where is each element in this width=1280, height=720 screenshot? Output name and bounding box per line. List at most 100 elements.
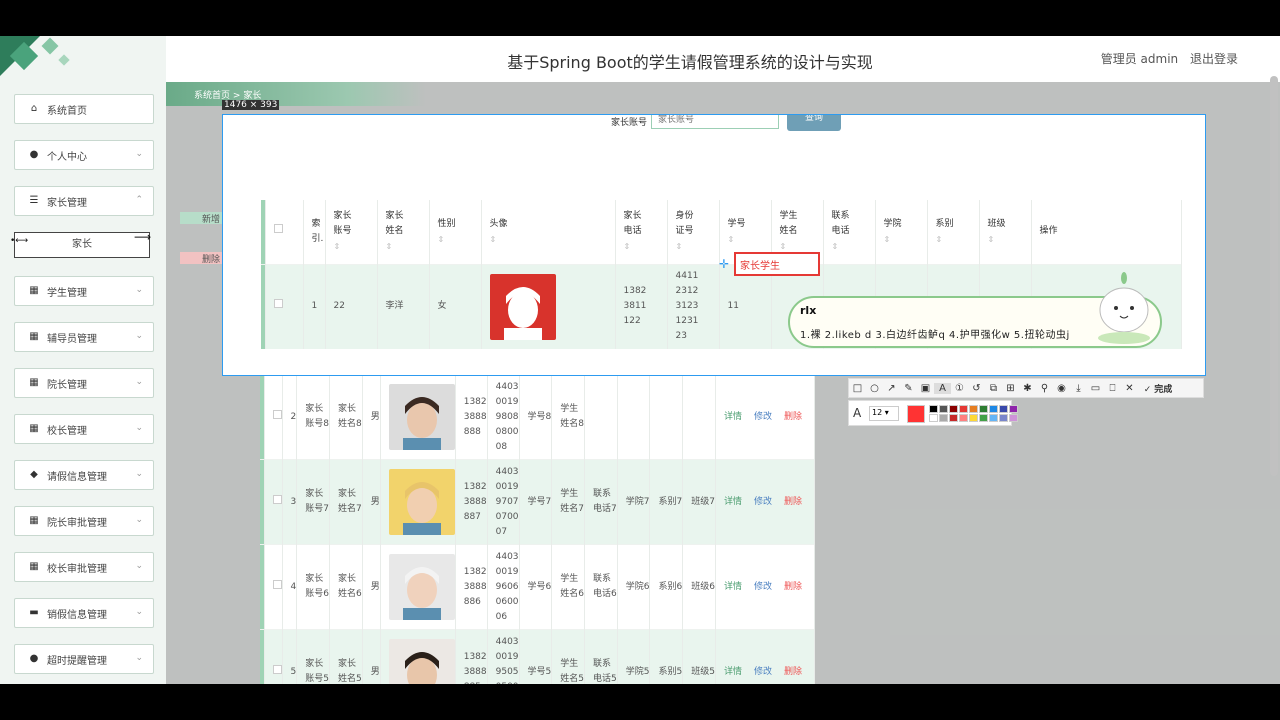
edit-link[interactable]: 修改 <box>754 582 772 592</box>
column-header-1[interactable]: 家长 账号 ⇕ <box>325 200 378 264</box>
column-header-4[interactable]: 头像 ⇕ <box>481 200 616 264</box>
mosaic-tool-icon[interactable]: ▣ <box>917 383 934 394</box>
sidebar-item-9[interactable]: ▦ 校长审批管理 ⌄ <box>14 552 154 582</box>
column-header-6[interactable]: 身份 证号 ⇕ <box>667 200 720 264</box>
edit-link[interactable]: 修改 <box>754 667 772 677</box>
delete-link[interactable]: 删除 <box>784 667 802 677</box>
row-checkbox[interactable] <box>272 494 282 504</box>
sort-icon[interactable]: ⇕ <box>884 232 927 247</box>
bookmark-icon[interactable]: ⎕ <box>1104 383 1121 394</box>
color-swatch[interactable] <box>939 405 948 413</box>
table-row[interactable]: 3 家长 账号7 家长 姓名7 男 1382 3888 887 4403 0019 970… <box>260 459 815 545</box>
row-checkbox[interactable] <box>272 664 282 674</box>
sort-icon[interactable]: ⇕ <box>334 239 377 254</box>
rectangle-tool-icon[interactable]: □ <box>849 383 866 394</box>
logout-link[interactable]: 退出登录 <box>1190 52 1238 66</box>
ocr-icon[interactable]: ⊞ <box>1002 383 1019 394</box>
color-swatch[interactable] <box>999 405 1008 413</box>
column-header-3[interactable]: 性别 ⇕ <box>429 200 482 264</box>
annotation-text-box[interactable]: 家长学生 <box>734 252 820 276</box>
color-swatch[interactable] <box>959 405 968 413</box>
download-icon[interactable]: ⤓ <box>1070 383 1087 394</box>
ellipse-tool-icon[interactable]: ○ <box>866 383 883 394</box>
sort-icon[interactable]: ⇕ <box>936 232 979 247</box>
search-input[interactable] <box>651 115 779 129</box>
column-header-9[interactable]: 联系 电话 ⇕ <box>823 200 876 264</box>
arrow-tool-icon[interactable]: ↗ <box>883 383 900 394</box>
sort-icon[interactable]: ⇕ <box>728 232 771 247</box>
detail-link[interactable]: 详情 <box>724 582 742 592</box>
color-swatch[interactable] <box>929 405 938 413</box>
pin-icon[interactable]: ⚲ <box>1036 383 1053 394</box>
sidebar-item-2[interactable]: ☰ 家长管理 ⌃ <box>14 186 154 216</box>
row-select-cell[interactable] <box>264 629 283 684</box>
color-swatch[interactable] <box>1009 414 1018 422</box>
color-swatch[interactable] <box>1009 405 1018 413</box>
sort-icon[interactable]: ⇕ <box>988 232 1031 247</box>
color-swatch[interactable] <box>989 405 998 413</box>
edit-link[interactable]: 修改 <box>754 412 772 422</box>
magic-icon[interactable]: ✱ <box>1019 383 1036 394</box>
column-header-2[interactable]: 家长 姓名 ⇕ <box>377 200 430 264</box>
column-header-12[interactable]: 班级 ⇕ <box>979 200 1032 264</box>
undo-icon[interactable]: ↺ <box>968 383 985 394</box>
color-swatch[interactable] <box>969 405 978 413</box>
color-swatch[interactable] <box>929 414 938 422</box>
detail-link[interactable]: 详情 <box>724 497 742 507</box>
ime-candidates[interactable]: 1.裸 2.likeb d 3.白边纤齿鲈q 4.护甲强化w 5.扭轮动虫j <box>800 326 1070 341</box>
row-select-cell[interactable] <box>265 263 304 349</box>
record-icon[interactable]: ◉ <box>1053 383 1070 394</box>
sidebar-item-4[interactable]: ▦ 辅导员管理 ⌄ <box>14 322 154 352</box>
select-all-checkbox[interactable] <box>265 200 304 264</box>
font-size-select[interactable]: 12 ▾ <box>869 406 899 421</box>
sidebar-item-5[interactable]: ▦ 院长管理 ⌄ <box>14 368 154 398</box>
delete-link[interactable]: 删除 <box>784 412 802 422</box>
table-row[interactable]: 2 家长 账号8 家长 姓名8 男 1382 3888 888 4403 0019 980… <box>260 376 815 460</box>
color-swatch[interactable] <box>979 405 988 413</box>
number-tool-icon[interactable]: ① <box>951 383 968 394</box>
sidebar-item-11[interactable]: ● 超时提醒管理 ⌄ <box>14 644 154 674</box>
sort-icon[interactable]: ⇕ <box>832 239 875 254</box>
close-icon[interactable]: ✕ <box>1121 383 1138 394</box>
sidebar-item-6[interactable]: ▦ 校长管理 ⌄ <box>14 414 154 444</box>
row-checkbox[interactable] <box>273 299 283 309</box>
color-swatch[interactable] <box>939 414 948 422</box>
sidebar-item-8[interactable]: ▦ 院长审批管理 ⌄ <box>14 506 154 536</box>
row-select-cell[interactable] <box>264 376 283 460</box>
sidebar-sub-item-parent[interactable]: 家长 <box>14 232 150 258</box>
sidebar-item-0[interactable]: ⌂ 系统首页 <box>14 94 154 124</box>
ime-candidate-window[interactable]: rlx 1.裸 2.likeb d 3.白边纤齿鲈q 4.护甲强化w 5.扭轮动… <box>788 272 1162 348</box>
search-button[interactable]: 查询 <box>787 115 841 131</box>
delete-link[interactable]: 删除 <box>784 497 802 507</box>
row-select-cell[interactable] <box>264 459 283 545</box>
color-swatch[interactable] <box>999 414 1008 422</box>
sidebar-item-7[interactable]: ◆ 请假信息管理 ⌄ <box>14 460 154 490</box>
row-select-cell[interactable] <box>264 544 283 630</box>
row-checkbox[interactable] <box>272 579 282 589</box>
color-swatch[interactable] <box>959 414 968 422</box>
color-swatch[interactable] <box>989 414 998 422</box>
save-icon[interactable]: ▭ <box>1087 383 1104 394</box>
sort-icon[interactable]: ⇕ <box>386 239 429 254</box>
row-checkbox[interactable] <box>272 409 282 419</box>
page-scrollbar[interactable] <box>1270 76 1278 476</box>
column-header-10[interactable]: 学院 ⇕ <box>875 200 928 264</box>
edit-link[interactable]: 修改 <box>754 497 772 507</box>
column-header-5[interactable]: 家长 电话 ⇕ <box>615 200 668 264</box>
sidebar-item-1[interactable]: ● 个人中心 ⌄ <box>14 140 154 170</box>
crop-icon[interactable]: ⧉ <box>985 383 1002 394</box>
color-palette[interactable] <box>929 405 1018 422</box>
sort-icon[interactable]: ⇕ <box>490 232 615 247</box>
table-row[interactable]: 5 家长 账号5 家长 姓名5 男 1382 3888 885 4403 0019 950… <box>260 629 815 684</box>
color-swatch[interactable] <box>979 414 988 422</box>
done-button[interactable]: ✓ 完成 <box>1138 382 1178 395</box>
sidebar-item-3[interactable]: ▦ 学生管理 ⌄ <box>14 276 154 306</box>
column-header-13[interactable]: 操作 <box>1031 200 1182 264</box>
detail-link[interactable]: 详情 <box>724 667 742 677</box>
detail-link[interactable]: 详情 <box>724 412 742 422</box>
sort-icon[interactable]: ⇕ <box>624 239 667 254</box>
color-swatch[interactable] <box>949 414 958 422</box>
table-row[interactable]: 4 家长 账号6 家长 姓名6 男 1382 3888 886 4403 0019 960… <box>260 544 815 630</box>
sidebar-item-10[interactable]: ▬ 销假信息管理 ⌄ <box>14 598 154 628</box>
text-tool-icon[interactable]: A <box>934 382 951 394</box>
